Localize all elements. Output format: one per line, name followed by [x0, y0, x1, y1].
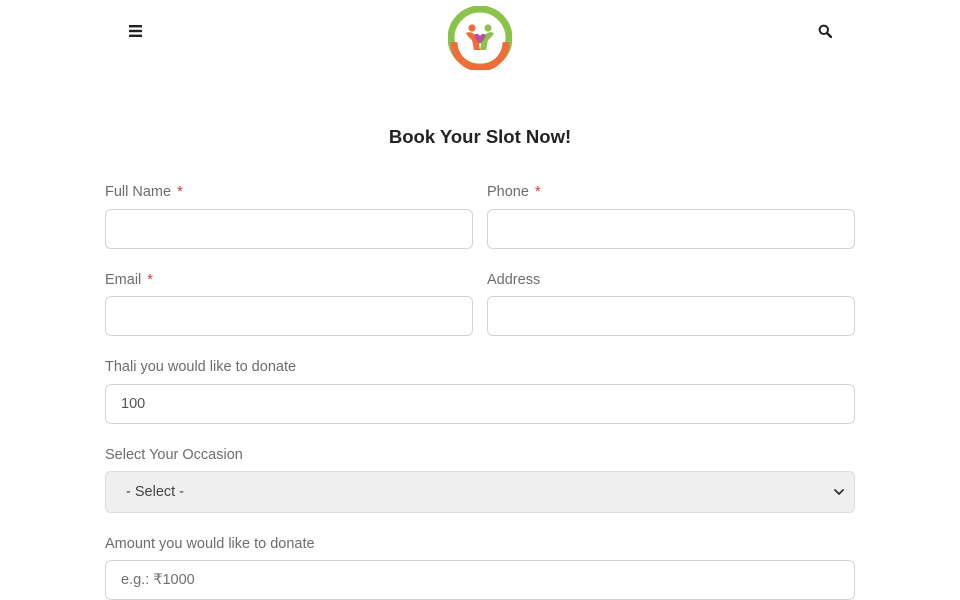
- phone-input[interactable]: [487, 209, 855, 249]
- hamburger-icon: [128, 25, 142, 37]
- search-icon: [818, 24, 832, 38]
- form-title: Book Your Slot Now!: [388, 126, 572, 147]
- required-marker: *: [147, 272, 153, 288]
- chevron-down-icon: [834, 489, 844, 495]
- email-input[interactable]: [105, 296, 473, 336]
- search-button[interactable]: [814, 21, 836, 41]
- occasion-label: Select Your Occasion: [105, 447, 243, 463]
- site-logo[interactable]: [447, 5, 513, 72]
- amount-label: Amount you would like to donate: [105, 536, 315, 552]
- address-input[interactable]: [487, 296, 855, 336]
- thali-input[interactable]: [105, 384, 855, 424]
- childcare-trust-logo: [447, 5, 513, 72]
- email-label-text: Email: [105, 272, 142, 288]
- phone-label: Phone *: [487, 184, 541, 200]
- address-label-text: Address: [487, 272, 541, 288]
- email-label: Email *: [105, 272, 153, 288]
- site-header: [0, 0, 960, 72]
- thali-label: Thali you would like to donate: [105, 359, 297, 375]
- occasion-select[interactable]: - Select -: [105, 471, 855, 513]
- phone-label-text: Phone: [487, 184, 529, 200]
- menu-button[interactable]: [124, 21, 146, 41]
- required-marker: *: [534, 184, 541, 200]
- full-name-label: Full Name *: [105, 184, 183, 200]
- required-marker: *: [177, 184, 183, 200]
- full-name-input[interactable]: [105, 209, 473, 249]
- amount-input[interactable]: [105, 560, 855, 600]
- full-name-label-text: Full Name: [105, 184, 172, 200]
- occasion-selected-value: - Select -: [126, 484, 185, 500]
- address-label: Address: [487, 272, 540, 288]
